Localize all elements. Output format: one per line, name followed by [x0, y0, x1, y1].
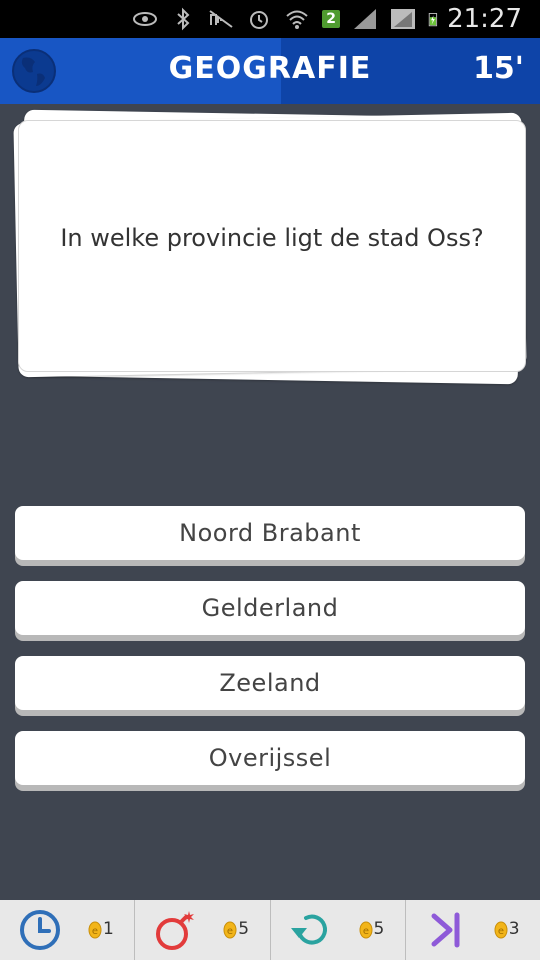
svg-text:e: e [498, 926, 504, 937]
svg-text:e: e [362, 926, 368, 937]
bomb-icon [156, 911, 195, 950]
question-card: In welke provincie ligt de stad Oss? [18, 120, 526, 372]
clock-time: 21:27 [447, 4, 522, 34]
coin-icon: e [359, 921, 372, 939]
question-text: In welke provincie ligt de stad Oss? [60, 224, 484, 252]
joker-cost: 3 [508, 919, 520, 939]
joker-bar: e 1 e 5 e 5 e 3 [0, 900, 540, 960]
status-bar: 2 21:27 [0, 0, 540, 38]
category-title: GEOGRAFIE [168, 51, 372, 86]
answer-button-2[interactable]: Gelderland [15, 581, 525, 635]
battery-icon [428, 13, 438, 27]
clock-icon [20, 910, 60, 950]
joker-time-button[interactable]: e 1 [0, 900, 136, 960]
bluetooth-icon [177, 7, 190, 31]
joker-cost: 5 [373, 919, 385, 939]
answer-button-1[interactable]: Noord Brabant [15, 506, 525, 560]
joker-cost: 1 [103, 919, 114, 939]
refresh-icon [290, 914, 327, 945]
alarm-icon [250, 11, 269, 29]
coin-icon: e [494, 921, 508, 939]
coin-icon: e [223, 921, 237, 939]
svg-text:e: e [92, 926, 98, 937]
skip-icon [431, 912, 460, 948]
signal-icon [354, 9, 376, 29]
joker-refresh-button[interactable]: e 5 [271, 900, 406, 960]
coin-icon: e [88, 921, 102, 939]
category-header: GEOGRAFIE 15' [0, 38, 540, 104]
answer-button-4[interactable]: Overijssel [15, 731, 525, 785]
mute-icon [209, 10, 233, 28]
notification-badge: 2 [322, 10, 340, 28]
joker-cost: 5 [238, 919, 250, 939]
svg-text:e: e [227, 926, 233, 937]
countdown-timer: 15' [473, 51, 524, 86]
status-icons: 2 [132, 6, 444, 32]
joker-skip-button[interactable]: e 3 [406, 900, 540, 960]
wifi-icon [286, 10, 308, 29]
answer-button-3[interactable]: Zeeland [15, 656, 525, 710]
eye-icon [133, 12, 158, 26]
joker-bomb-button[interactable]: e 5 [135, 900, 271, 960]
signal-icon-2 [391, 9, 415, 29]
